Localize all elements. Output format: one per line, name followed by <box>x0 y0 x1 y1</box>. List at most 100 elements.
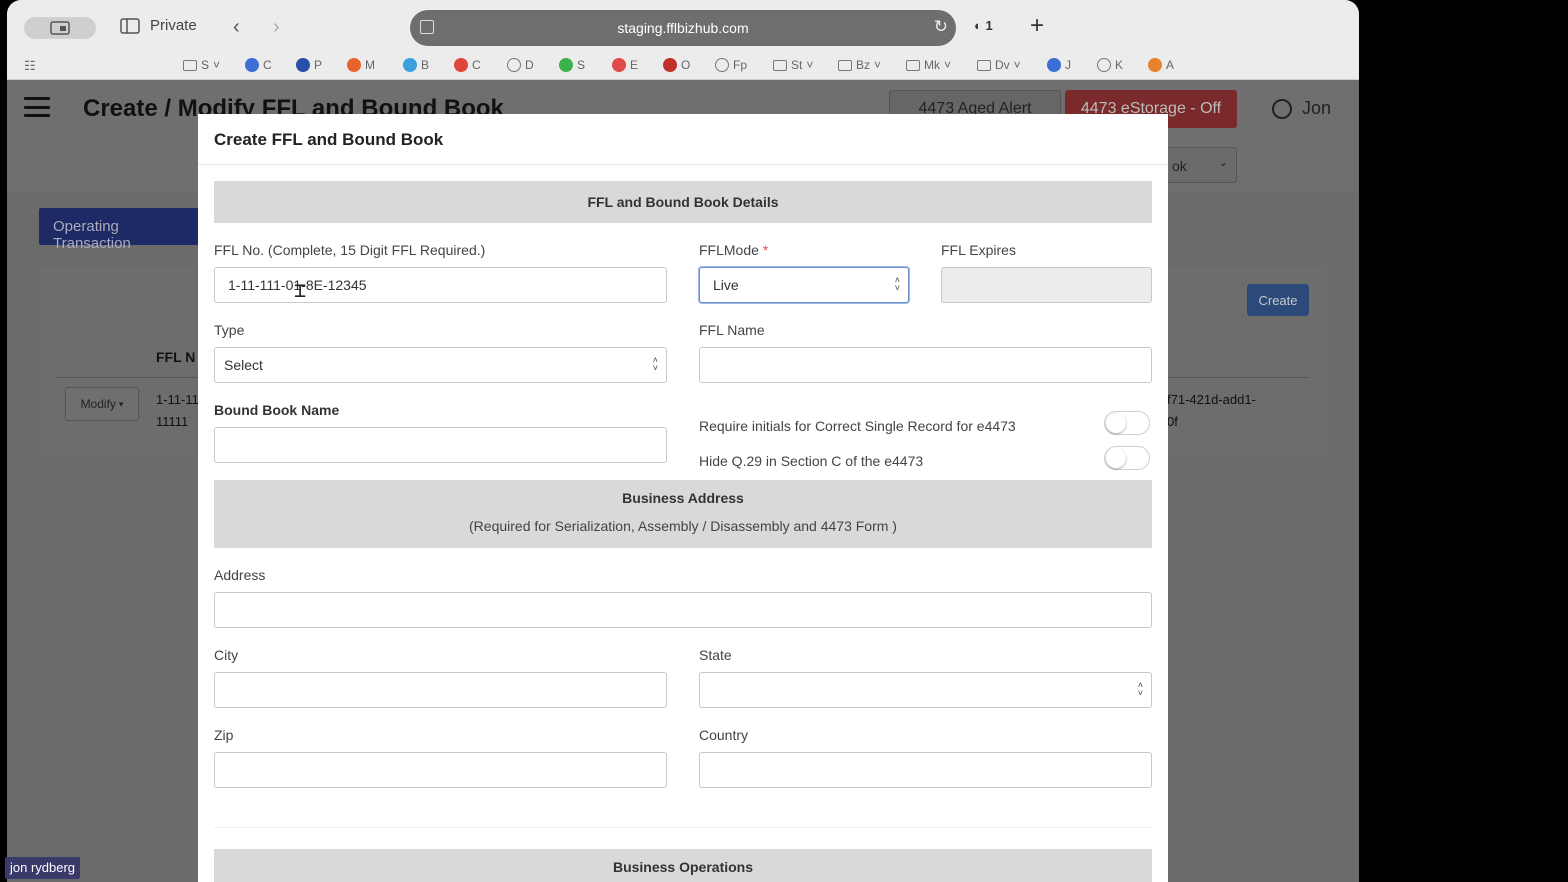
bookmark-item[interactable]: O <box>663 58 690 72</box>
app-icon <box>403 58 417 72</box>
bookmark-item[interactable]: Bz ˅ <box>838 58 881 72</box>
address-label: Address <box>214 567 266 583</box>
bookmark-item[interactable]: S <box>559 58 585 72</box>
bookmark-label: C <box>472 58 481 72</box>
globe-icon <box>715 58 729 72</box>
zip-label: Zip <box>214 727 234 743</box>
require-initials-toggle[interactable] <box>1104 411 1150 435</box>
ffl-no-input[interactable]: 1-11-111-01-8E-12345 <box>214 267 667 303</box>
table-header-ffl: FFL N <box>156 349 196 365</box>
bookmark-label: S <box>577 58 586 72</box>
bookmark-item[interactable]: Dv ˅ <box>977 58 1021 72</box>
bound-book-name-input[interactable] <box>214 427 667 463</box>
bookmark-item[interactable]: C <box>454 58 481 72</box>
bookmark-label: St <box>791 58 803 72</box>
bookmark-label: Fp <box>733 58 748 72</box>
folder-icon <box>183 59 197 71</box>
ffl-mode-value: Live <box>713 277 739 293</box>
business-address-header: Business Address (Required for Serializa… <box>214 480 1152 548</box>
address-bar[interactable]: staging.fflbizhub.com ↻ <box>410 10 956 46</box>
bookmark-item[interactable]: D <box>507 58 534 72</box>
create-ffl-modal: Create FFL and Bound Book FFL and Bound … <box>198 114 1168 882</box>
private-label: Private <box>150 17 197 34</box>
bookmark-item[interactable]: S ˅ <box>183 58 220 72</box>
shield-icon: ◐ <box>974 18 982 33</box>
user-menu[interactable]: Jon <box>1272 98 1331 119</box>
state-select[interactable]: ˄ ˅ <box>699 672 1152 708</box>
grid-icon[interactable]: ☷ <box>24 58 36 74</box>
modify-button[interactable]: Modify ▾ <box>65 387 139 421</box>
bookmark-item[interactable]: A <box>1148 58 1174 72</box>
hide-q29-label: Hide Q.29 in Section C of the e4473 <box>699 453 924 469</box>
tracker-shield[interactable]: ◐ 1 <box>974 18 993 33</box>
business-address-title: Business Address <box>622 490 744 506</box>
new-tab-button[interactable]: + <box>1030 12 1044 40</box>
guid-line-1: f71-421d-add1- <box>1167 392 1256 407</box>
folder-icon <box>906 59 920 71</box>
bookmarks-bar: ☷ S ˅ C P M B C D S E O Fp St ˅ Bz ˅ Mk ˅ Dv ˅ J K A <box>7 52 1359 80</box>
bookmark-item[interactable]: J <box>1047 58 1071 72</box>
menu-icon[interactable] <box>24 97 50 117</box>
book-select[interactable]: ok ⌄ <box>1165 147 1237 183</box>
tab-overview-button[interactable] <box>24 17 96 39</box>
select-arrows-icon: ˄ ˅ <box>652 355 658 373</box>
city-label: City <box>214 647 239 663</box>
user-name: Jon <box>1302 98 1332 118</box>
bookmark-item[interactable]: B <box>403 58 429 72</box>
bookmark-item[interactable]: K <box>1097 58 1123 72</box>
back-button[interactable]: ‹ <box>233 16 240 39</box>
tab-count: 1 <box>985 18 993 33</box>
bookmark-label: Dv <box>995 58 1010 72</box>
bookmark-label: D <box>525 58 534 72</box>
require-initials-label: Require initials for Correct Single Reco… <box>699 418 1016 434</box>
folder-icon <box>773 59 787 71</box>
type-select[interactable]: Select ˄ ˅ <box>214 347 667 383</box>
ffl-name-label: FFL Name <box>699 322 765 338</box>
create-button[interactable]: Create <box>1247 284 1309 316</box>
select-arrows-icon: ˄ ˅ <box>894 275 900 293</box>
modal-divider <box>198 164 1168 165</box>
ffl-mode-select[interactable]: Live ˄ ˅ <box>699 267 909 303</box>
tab-overview-icon <box>50 21 70 35</box>
bookmark-label: Bz <box>856 58 871 72</box>
modify-label: Modify <box>80 397 116 411</box>
hide-q29-toggle[interactable] <box>1104 446 1150 470</box>
bookmark-label: J <box>1065 58 1071 72</box>
bookmark-item[interactable]: Mk ˅ <box>906 58 951 72</box>
ffl-name-input[interactable] <box>699 347 1152 383</box>
operating-transaction-tab[interactable]: Operating Transaction <box>39 208 209 252</box>
app-icon <box>612 58 626 72</box>
country-label: Country <box>699 727 749 743</box>
app-icon <box>296 58 310 72</box>
details-section-header: FFL and Bound Book Details <box>214 181 1152 223</box>
forward-button[interactable]: › <box>273 16 280 39</box>
bookmark-label: O <box>681 58 691 72</box>
private-indicator[interactable]: Private <box>120 17 197 34</box>
modal-title: Create FFL and Bound Book <box>214 130 444 149</box>
bookmark-item[interactable]: P <box>296 58 322 72</box>
bookmark-label: E <box>630 58 639 72</box>
globe-icon <box>507 58 521 72</box>
reload-icon[interactable]: ↻ <box>934 17 948 37</box>
caret-down-icon: ▾ <box>118 398 124 409</box>
bookmark-item[interactable]: Fp <box>715 58 747 72</box>
bookmark-item[interactable]: St ˅ <box>773 58 813 72</box>
url-text: staging.fflbizhub.com <box>617 20 749 36</box>
select-arrows-icon: ˄ ˅ <box>1137 680 1143 698</box>
city-input[interactable] <box>214 672 667 708</box>
address-input[interactable] <box>214 592 1152 628</box>
bookmark-label: C <box>263 58 272 72</box>
folder-icon <box>977 59 991 71</box>
book-select-value: ok <box>1172 158 1187 174</box>
app-icon <box>559 58 573 72</box>
country-input[interactable] <box>699 752 1152 788</box>
zip-input[interactable] <box>214 752 667 788</box>
bookmark-item[interactable]: M <box>347 58 375 72</box>
bookmark-item[interactable]: C <box>245 58 272 72</box>
bookmark-item[interactable]: E <box>612 58 638 72</box>
section-divider <box>214 827 1152 828</box>
app-icon <box>245 58 259 72</box>
chevron-down-icon: ˅ <box>213 58 221 72</box>
bookmark-label: S <box>201 58 210 72</box>
sidebar-icon <box>120 17 140 34</box>
